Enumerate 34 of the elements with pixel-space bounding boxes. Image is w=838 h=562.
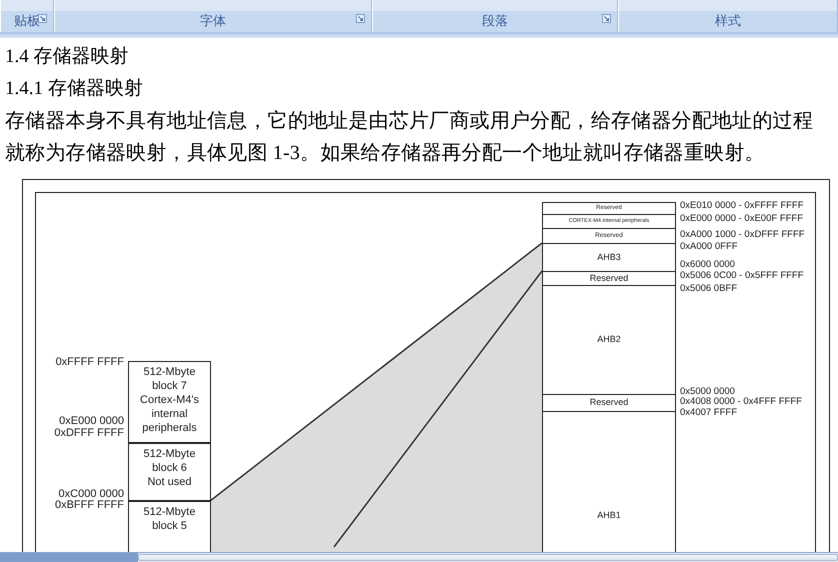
address-label: 0xC000 0000 [58, 489, 124, 500]
memory-block: 512-Mbyte block 5 [128, 501, 211, 552]
memory-region: Reserved [542, 394, 676, 412]
section-heading: 1.4 存储器映射 [5, 45, 130, 69]
memory-region: AHB1 [542, 411, 676, 552]
dialog-launcher-icon[interactable] [356, 14, 365, 23]
address-label: 0xE000 0000 - 0xE00F FFFF [680, 214, 804, 224]
dialog-launcher-icon[interactable] [38, 14, 47, 23]
body-paragraph: 存储器本身不具有地址信息，它的地址是由芯片厂商或用户分配，给存储器分配地址的过程就称为存储器映射，具体见图 1-3。如果给存储器再分配一个地址就叫存储器重映射。 [5, 109, 814, 166]
ribbon-group-label: 样式 [619, 11, 837, 32]
scrollbar-thumb[interactable] [138, 554, 838, 561]
section-heading: 1.4.1 存储器映射 [5, 77, 144, 101]
address-label: 0x4007 FFFF [680, 408, 738, 418]
address-label: 0xA000 0FFF [680, 242, 738, 252]
memory-region: AHB3 [542, 243, 676, 272]
memory-block: 512-Mbyte block 6 Not used [128, 443, 211, 501]
dialog-launcher-icon[interactable] [602, 14, 612, 23]
address-label: 0xE010 0000 - 0xFFFF FFFF [680, 201, 804, 210]
address-label: 0xBFFF FFFF [54, 500, 124, 511]
address-label: 0xDFFF FFFF [54, 428, 124, 439]
address-label: 0x4008 0000 - 0x4FFF FFFF [680, 397, 802, 406]
address-label: 0xE000 0000 [59, 416, 124, 427]
address-label: 0xFFFF FFFF [56, 357, 124, 368]
address-label: 0x6000 0000 [680, 260, 735, 270]
memory-block: 512-Mbyte block 7 Cortex-M4's internal peripherals [128, 361, 211, 443]
address-label: 0x5000 0000 [680, 387, 735, 396]
address-label: 0x5006 0C00 - 0x5FFF FFFF [680, 271, 804, 280]
memory-region: Reserved [542, 271, 676, 286]
address-label: 0xA000 1000 - 0xDFFF FFFF [680, 230, 805, 240]
ribbon-group-label: 贴板 [1, 11, 53, 32]
ribbon-group-label: 字体 [54, 11, 371, 32]
memory-region: AHB2 [542, 285, 676, 395]
ribbon-group-label: 段落 [372, 11, 618, 32]
address-label: 0x5006 0BFF [680, 284, 738, 294]
